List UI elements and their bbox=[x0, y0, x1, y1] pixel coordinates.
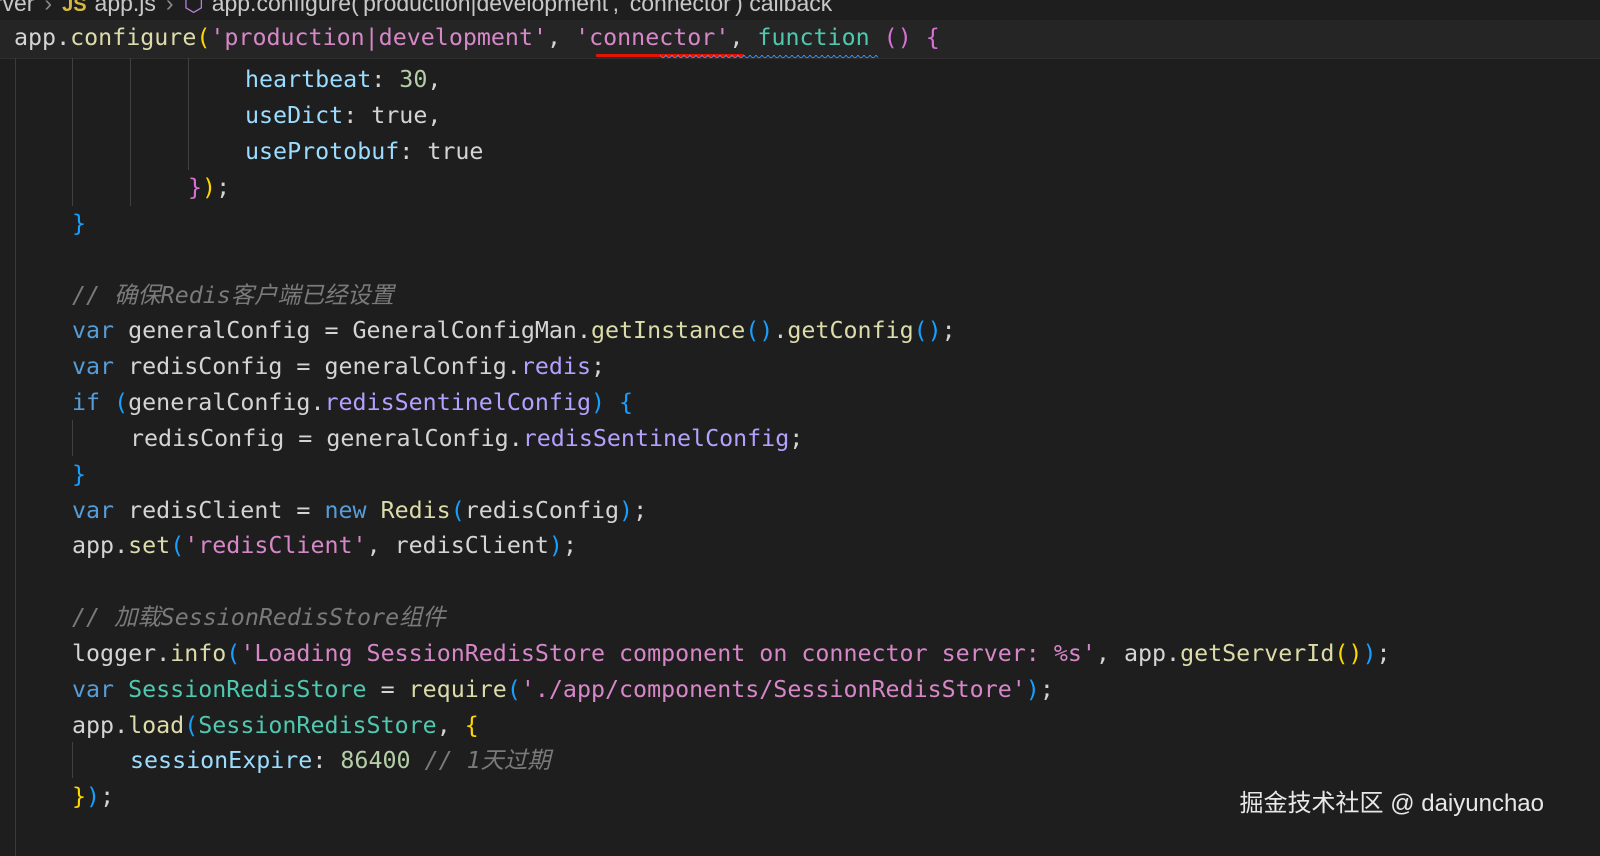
code-comment[interactable]: // 确保Redis客户端已经设置 bbox=[72, 278, 394, 314]
breadcrumb: erver › JS app.js › ⬡ app.configure('productio… bbox=[0, 0, 832, 20]
code-line[interactable]: useDict: true, bbox=[245, 98, 441, 134]
sticky-code-line[interactable]: app.configure('production|development', … bbox=[14, 20, 940, 56]
breadcrumb-folder[interactable]: erver bbox=[0, 0, 34, 16]
code-line[interactable]: }); bbox=[188, 170, 230, 206]
editor-gutter-border bbox=[15, 58, 16, 856]
code-line[interactable]: var redisClient = new Redis(redisConfig)… bbox=[72, 493, 647, 529]
code-line[interactable]: heartbeat: 30, bbox=[245, 62, 441, 98]
breadcrumb-separator: › bbox=[44, 0, 53, 16]
javascript-file-icon: JS bbox=[62, 0, 87, 16]
code-line[interactable]: useProtobuf: true bbox=[245, 134, 483, 170]
code-line[interactable]: sessionExpire: 86400 // 1天过期 bbox=[130, 743, 551, 779]
code-line[interactable]: var SessionRedisStore = require('./app/c… bbox=[72, 672, 1054, 708]
indent-guide bbox=[188, 58, 189, 170]
code-line[interactable]: if (generalConfig.redisSentinelConfig) { bbox=[72, 385, 633, 421]
watermark: 掘金技术社区 @ daiyunchao bbox=[1239, 790, 1544, 817]
warning-squiggle bbox=[660, 55, 878, 61]
code-comment[interactable]: // 加载SessionRedisStore组件 bbox=[72, 600, 446, 636]
code-line[interactable]: } bbox=[72, 206, 86, 242]
indent-guide bbox=[72, 420, 73, 456]
code-line[interactable]: var redisConfig = generalConfig.redis; bbox=[72, 349, 605, 385]
code-line[interactable]: var generalConfig = GeneralConfigMan.get… bbox=[72, 313, 956, 349]
indent-guide bbox=[130, 58, 131, 206]
code-editor[interactable]: erver › JS app.js › ⬡ app.configure('productio… bbox=[0, 0, 1600, 856]
connector-string: 'connector' bbox=[575, 24, 730, 51]
indent-guide bbox=[72, 58, 73, 206]
breadcrumb-file[interactable]: app.js bbox=[95, 0, 156, 16]
code-line[interactable]: app.set('redisClient', redisClient); bbox=[72, 528, 577, 564]
breadcrumb-separator: › bbox=[165, 0, 174, 16]
code-line[interactable]: }); bbox=[72, 779, 114, 815]
code-line[interactable]: } bbox=[72, 457, 86, 493]
code-line[interactable]: redisConfig = generalConfig.redisSentine… bbox=[130, 421, 803, 457]
breadcrumb-symbol[interactable]: app.configure('production|development', … bbox=[212, 0, 833, 16]
symbol-method-icon: ⬡ bbox=[183, 0, 204, 16]
code-line[interactable]: logger.info('Loading SessionRedisStore c… bbox=[72, 636, 1391, 672]
code-line[interactable]: app.load(SessionRedisStore, { bbox=[72, 708, 479, 744]
indent-guide bbox=[72, 742, 73, 778]
